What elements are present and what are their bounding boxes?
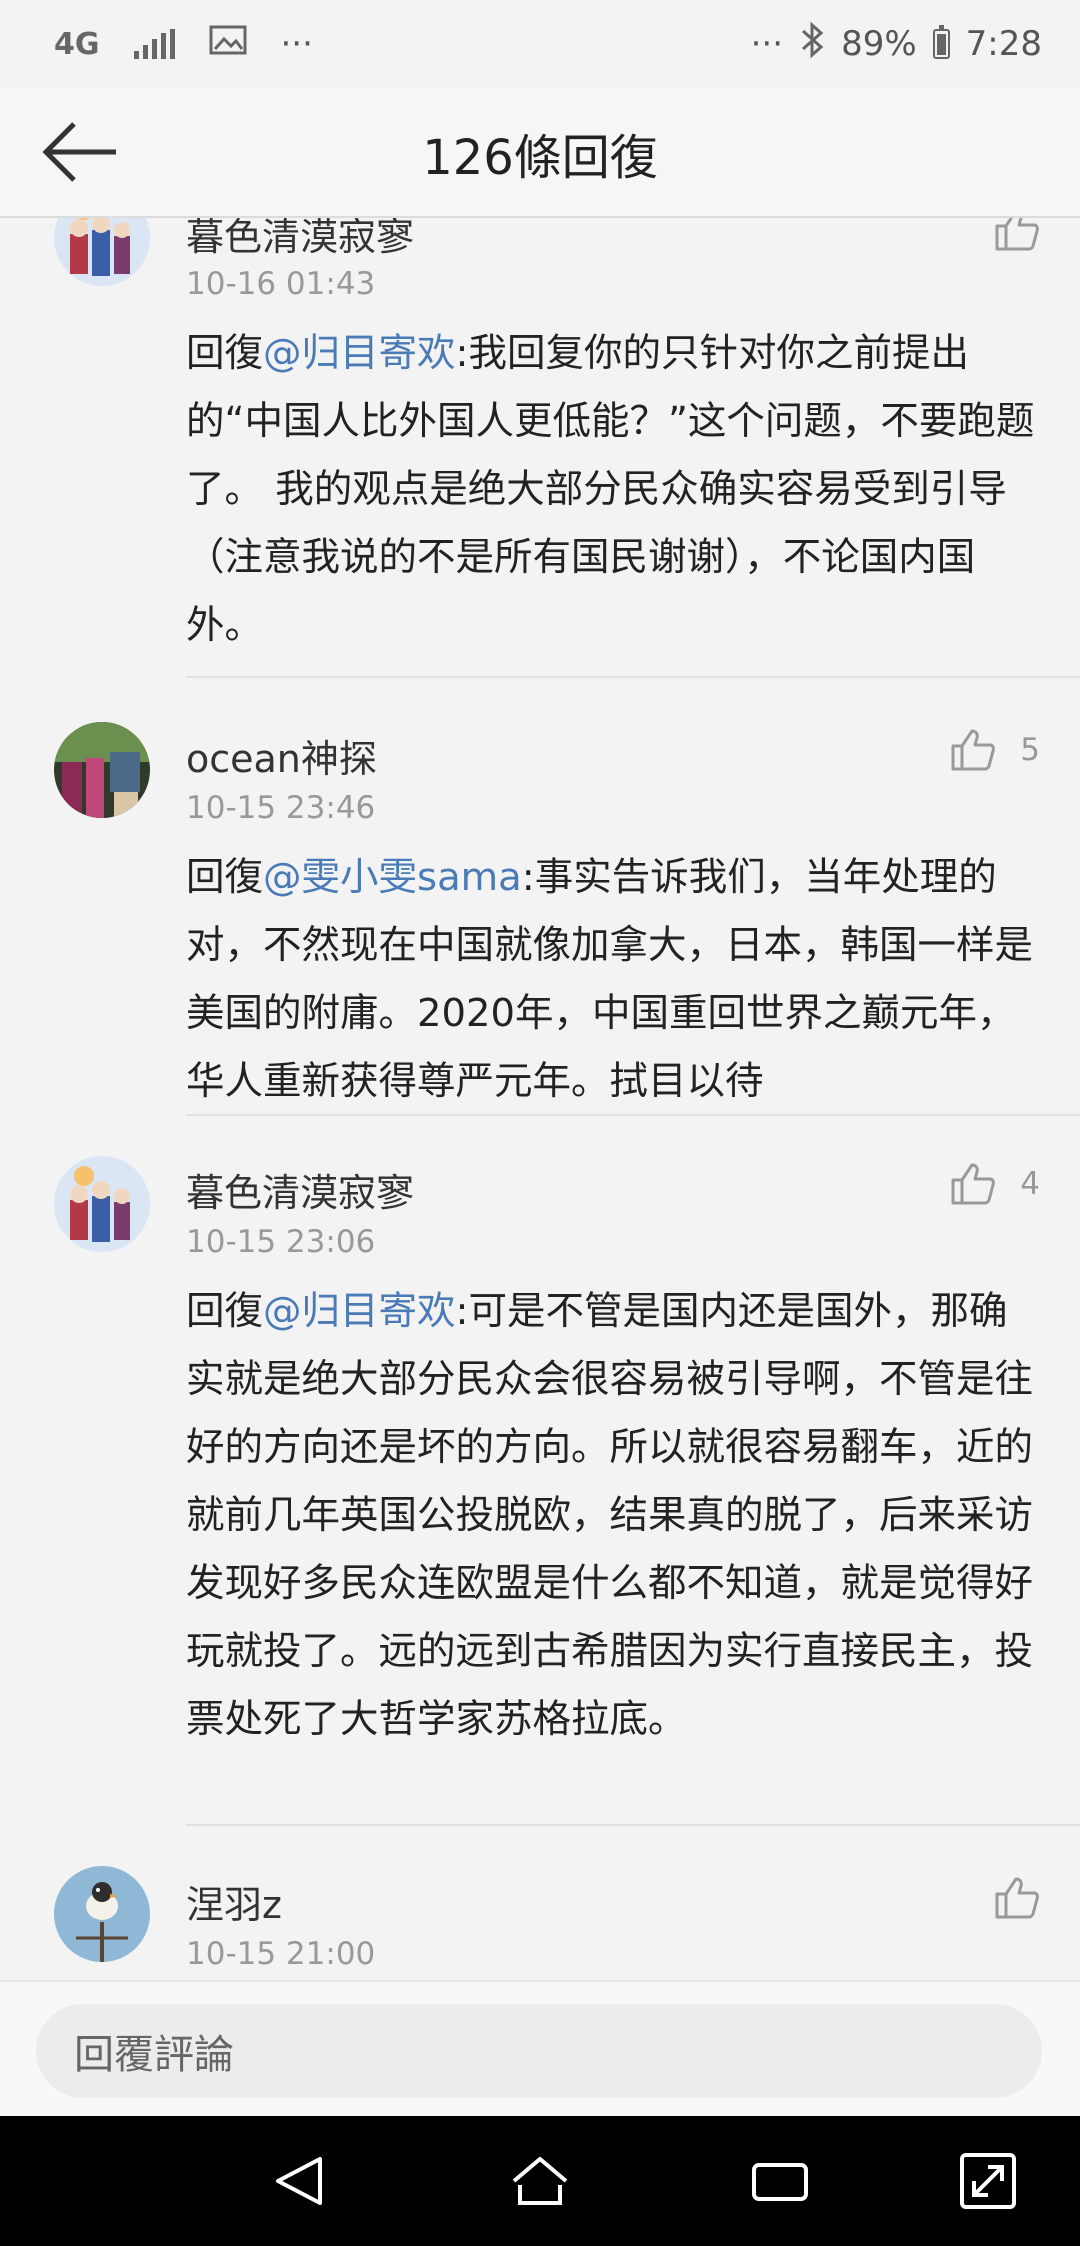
expand-icon[interactable] [958, 2151, 1018, 2211]
nav-expand-button[interactable] [958, 2151, 1018, 2211]
nav-recent-button[interactable] [750, 2151, 810, 2211]
comment-time: 10-15 21:00 [186, 1936, 376, 1972]
avatar[interactable] [54, 1866, 150, 1962]
nav-home-button[interactable] [510, 2151, 570, 2211]
avatar[interactable] [54, 722, 150, 818]
like-button[interactable] [994, 1876, 1040, 1920]
like-button[interactable]: 4 [950, 1162, 1040, 1206]
like-button[interactable]: 5 [950, 728, 1040, 772]
comment-author[interactable]: 涅羽z [186, 1874, 282, 1929]
comment-body: :我回复你的只针对你之前提出的“中国人比外国人更低能？”这个问题，不要跑题了。 … [186, 331, 1035, 648]
recent-apps-icon[interactable] [750, 2151, 810, 2211]
reply-prefix: 回復 [186, 331, 264, 376]
comment-time: 10-16 01:43 [186, 266, 376, 302]
comment-body: :可是不管是国内还是国外，那确实就是绝大部分民众会很容易被引导啊，不管是往好的方… [186, 1289, 1034, 1742]
clock: 7:28 [965, 24, 1042, 64]
home-icon[interactable] [510, 2151, 570, 2211]
comment-text: 回復@雯小雯sama:事实告诉我们，当年处理的对，不然现在中国就像加拿大，日本，… [186, 844, 1036, 1116]
thumbs-up-icon[interactable] [994, 1876, 1040, 1920]
reply-prefix: 回復 [186, 1289, 264, 1334]
nav-back-button[interactable] [270, 2151, 330, 2211]
more-notifications: ··· [280, 24, 313, 64]
comment-author[interactable]: ocean神探 [186, 728, 377, 783]
page-title: 126條回復 [422, 130, 658, 186]
triangle-back-icon[interactable] [270, 2151, 330, 2211]
reply-input[interactable]: 回覆評論 [36, 2004, 1042, 2098]
status-more: ··· [750, 24, 784, 64]
comment-time: 10-15 23:46 [186, 790, 376, 826]
avatar[interactable] [54, 218, 150, 286]
like-count: 5 [1020, 732, 1040, 768]
bluetooth-icon [797, 21, 827, 68]
mention-link[interactable]: @归目寄欢 [263, 1289, 456, 1334]
thumbs-up-icon[interactable] [950, 728, 996, 772]
reply-bar: 回覆評論 [0, 1980, 1080, 2116]
signal-icon [133, 29, 175, 59]
like-button[interactable] [994, 218, 1040, 252]
thumbs-up-icon[interactable] [994, 218, 1040, 252]
status-bar: 4G ··· ··· 89% 7:28 [0, 0, 1080, 88]
header: 126條回復 [0, 88, 1080, 218]
comment-item: 暮色清漠寂寥 10-16 01:43 回復@归目寄欢:我回复你的只针对你之前提出… [0, 218, 1080, 678]
comment-author[interactable]: 暮色清漠寂寥 [186, 218, 414, 261]
network-indicator: 4G [54, 26, 100, 62]
comment-item: 暮色清漠寂寥 4 10-15 23:06 回復@归目寄欢:可是不管是国内还是国外… [0, 1116, 1080, 1826]
comment-list[interactable]: 暮色清漠寂寥 10-16 01:43 回復@归目寄欢:我回复你的只针对你之前提出… [0, 218, 1080, 1980]
like-count: 4 [1020, 1166, 1040, 1202]
comment-item: 涅羽z 10-15 21:00 [0, 1826, 1080, 1980]
comment-author[interactable]: 暮色清漠寂寥 [186, 1162, 414, 1217]
comment-item: ocean神探 5 10-15 23:46 回復@雯小雯sama:事实告诉我们，… [0, 678, 1080, 1116]
comment-time: 10-15 23:06 [186, 1224, 376, 1260]
mention-link[interactable]: @雯小雯sama [263, 855, 522, 900]
battery-icon [932, 25, 950, 59]
comment-text: 回復@归目寄欢:我回复你的只针对你之前提出的“中国人比外国人更低能？”这个问题，… [186, 320, 1036, 660]
reply-prefix: 回復 [186, 855, 264, 900]
avatar[interactable] [54, 1156, 150, 1252]
navigation-bar [0, 2116, 1080, 2246]
comment-text: 回復@归目寄欢:可是不管是国内还是国外，那确实就是绝大部分民众会很容易被引导啊，… [186, 1278, 1036, 1754]
mention-link[interactable]: @归目寄欢 [263, 331, 456, 376]
image-icon [209, 24, 247, 64]
battery-percent: 89% [841, 24, 917, 64]
thumbs-up-icon[interactable] [950, 1162, 996, 1206]
